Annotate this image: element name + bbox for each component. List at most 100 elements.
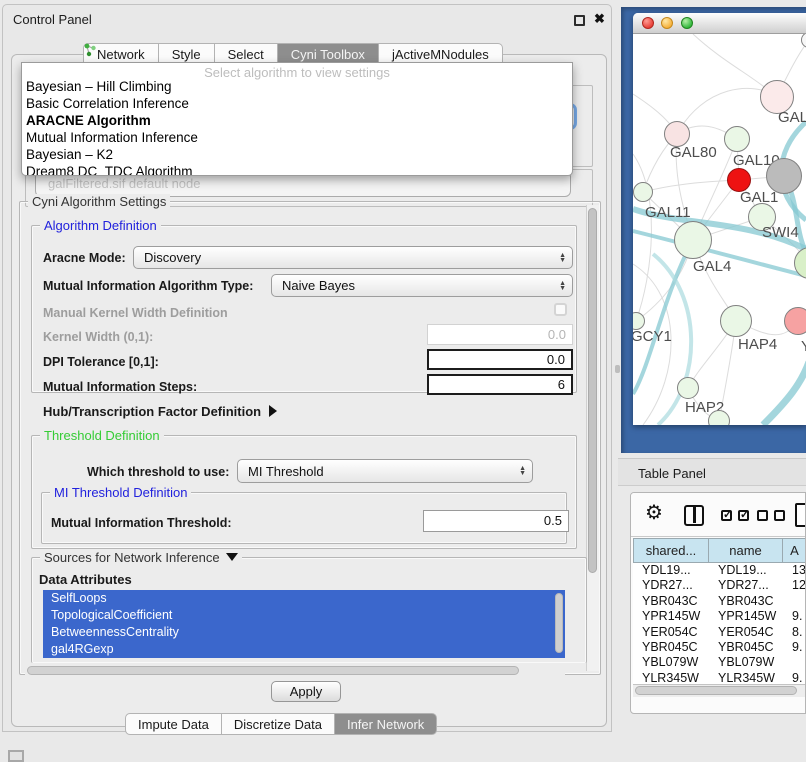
table-row[interactable]: YLR345WYLR345W9. (633, 671, 806, 684)
network-icon (83, 43, 97, 57)
network-node-hap2[interactable] (677, 377, 699, 399)
table-cell: YER054C (709, 625, 783, 640)
close-icon[interactable]: ✖ (594, 11, 605, 27)
tab-label: Cyni Toolbox (291, 47, 365, 62)
kernel-width-field[interactable]: 0.0 (427, 324, 573, 345)
network-window-titlebar[interactable] (633, 13, 806, 34)
manual-kernel-checkbox[interactable] (554, 303, 567, 316)
table-body: YDL19...YDL19...13YDR27...YDR27...12YBR0… (633, 563, 806, 684)
network-node[interactable] (708, 410, 730, 425)
sources-title[interactable]: Sources for Network Inference (40, 550, 242, 565)
table-cell: 13 (783, 563, 806, 578)
table-row[interactable]: YDL19...YDL19...13 (633, 563, 806, 578)
minimize-traffic-light-icon[interactable] (661, 17, 673, 29)
table-row[interactable]: YBR043CYBR043C (633, 594, 806, 609)
mi-threshold-field[interactable]: 0.5 (423, 510, 569, 532)
table-row[interactable]: YBR045CYBR045C9. (633, 640, 806, 655)
dropdown-option-mutual-information-inference[interactable]: Mutual Information Inference (22, 129, 572, 146)
cyni-bottom-tabs: Impute DataDiscretize DataInfer Network (125, 713, 437, 735)
table-cell: YLR345W (709, 671, 783, 684)
node-label-hap4: HAP4 (738, 336, 777, 353)
splitter-grip[interactable] (615, 365, 620, 373)
column-header-shared[interactable]: shared... (633, 538, 709, 563)
checked-box-icon[interactable] (721, 510, 732, 521)
document-icon[interactable] (795, 503, 806, 527)
attribute-item-betweennesscentrality[interactable]: BetweennessCentrality (43, 624, 565, 641)
dpi-tolerance-field[interactable]: 0.0 (427, 349, 573, 370)
gear-icon[interactable]: ⚙ (645, 500, 663, 525)
which-threshold-label: Which threshold to use: (87, 465, 229, 479)
table-cell: 9. (783, 609, 806, 624)
settings-group-title: Cyni Algorithm Settings (28, 194, 170, 209)
table-hscrollbar-thumb[interactable] (635, 686, 797, 695)
network-node-y[interactable] (784, 307, 806, 335)
table-cell: YBL079W (709, 655, 783, 670)
hub-section-toggle[interactable]: Hub/Transcription Factor Definition (43, 404, 277, 419)
network-node-gal10[interactable] (724, 126, 750, 152)
table-row[interactable]: YPR145WYPR145W9. (633, 609, 806, 624)
table-cell: YDL19... (633, 563, 709, 578)
table-row[interactable]: YDR27...YDR27...12 (633, 578, 806, 593)
tab-label: Select (228, 47, 264, 62)
network-node-hap4[interactable] (720, 305, 752, 337)
table-cell: YBR045C (633, 640, 709, 655)
network-window[interactable]: GAL7GAL80GAL10GAL1GAL11GAL4SWI4GCY1HAP4Y… (633, 13, 806, 425)
table-cell: YBR045C (709, 640, 783, 655)
collapsed-panel-chip[interactable] (8, 750, 24, 762)
dpi-tolerance-label: DPI Tolerance [0,1]: (43, 355, 159, 369)
mi-steps-label: Mutual Information Steps: (43, 380, 197, 394)
attribute-item-topologicalcoefficient[interactable]: TopologicalCoefficient (43, 607, 565, 624)
node-label-swi4: SWI4 (762, 224, 799, 241)
table-cell: 8. (783, 625, 806, 640)
unchecked-box-icon[interactable] (757, 510, 768, 521)
table-header-row: shared...nameA (633, 538, 806, 563)
split-columns-icon[interactable] (684, 505, 704, 526)
node-label-gal1: GAL1 (740, 189, 778, 206)
network-canvas[interactable]: GAL7GAL80GAL10GAL1GAL11GAL4SWI4GCY1HAP4Y… (633, 34, 806, 425)
table-row[interactable]: YBL079WYBL079W (633, 655, 806, 670)
attribute-item-gal4rgexp[interactable]: gal4RGexp (43, 641, 565, 658)
table-cell: 9. (783, 640, 806, 655)
network-node-gal11[interactable] (633, 182, 653, 202)
stepper-arrows-icon: ▲▼ (519, 466, 526, 476)
attribute-item-selfloops[interactable]: SelfLoops (43, 590, 565, 607)
zoom-traffic-light-icon[interactable] (681, 17, 693, 29)
dropdown-option-aracne-algorithm[interactable]: ARACNE Algorithm (22, 112, 572, 129)
dropdown-option-dream8-dc-tdc-algorithm[interactable]: Dream8 DC_TDC Algorithm (22, 163, 572, 176)
network-node-gal4[interactable] (674, 221, 712, 259)
column-header-name[interactable]: name (709, 538, 783, 563)
data-attributes-list[interactable]: SelfLoopsTopologicalCoefficientBetweenne… (43, 590, 565, 658)
mi-steps-field[interactable]: 6 (427, 374, 573, 395)
settings-hscrollbar-thumb[interactable] (27, 666, 519, 675)
dropdown-option-basic-correlation-inference[interactable]: Basic Correlation Inference (22, 95, 572, 112)
settings-scrollbar-thumb[interactable] (588, 208, 597, 573)
tab-discretize-data[interactable]: Discretize Data (222, 713, 335, 735)
tab-infer-network[interactable]: Infer Network (335, 713, 437, 735)
dropdown-option-bayesian-hill-climbing[interactable]: Bayesian – Hill Climbing (22, 78, 572, 95)
node-label-gcy1: GCY1 (633, 328, 672, 345)
checked-box-icon[interactable] (738, 510, 749, 521)
node-label-gal11: GAL11 (645, 204, 691, 221)
stepper-arrows-icon: ▲▼ (559, 253, 566, 263)
attribute-list-scrollbar-thumb[interactable] (555, 593, 563, 653)
unchecked-box-icon[interactable] (774, 510, 785, 521)
table-cell (783, 655, 806, 670)
mi-type-select[interactable]: Naive Bayes ▲▼ (271, 274, 573, 297)
tab-impute-data[interactable]: Impute Data (125, 713, 222, 735)
table-panel: ⚙ shared...nameA YDL19...YDL19...13YDR27… (630, 492, 806, 714)
column-header-a[interactable]: A (783, 538, 806, 563)
tab-label: jActiveMNodules (392, 47, 489, 62)
aracne-mode-select[interactable]: Discovery ▲▼ (133, 246, 573, 269)
table-row[interactable]: YER054CYER054C8. (633, 625, 806, 640)
dropdown-option-bayesian-k2[interactable]: Bayesian – K2 (22, 146, 572, 163)
control-panel-titlebar: Control Panel ✖ (3, 5, 611, 33)
table-toolbar: ⚙ (631, 493, 805, 537)
screen: Control Panel ✖ galFiltered.sif default … (0, 0, 806, 762)
which-threshold-select[interactable]: MI Threshold ▲▼ (237, 459, 533, 483)
float-window-icon[interactable] (574, 15, 585, 26)
tab-label: Network (97, 47, 145, 62)
close-traffic-light-icon[interactable] (642, 17, 654, 29)
algorithm-definition-title: Algorithm Definition (40, 218, 161, 233)
apply-button[interactable]: Apply (271, 681, 341, 702)
algorithm-dropdown-popup: Select algorithm to view settings Bayesi… (21, 62, 573, 176)
